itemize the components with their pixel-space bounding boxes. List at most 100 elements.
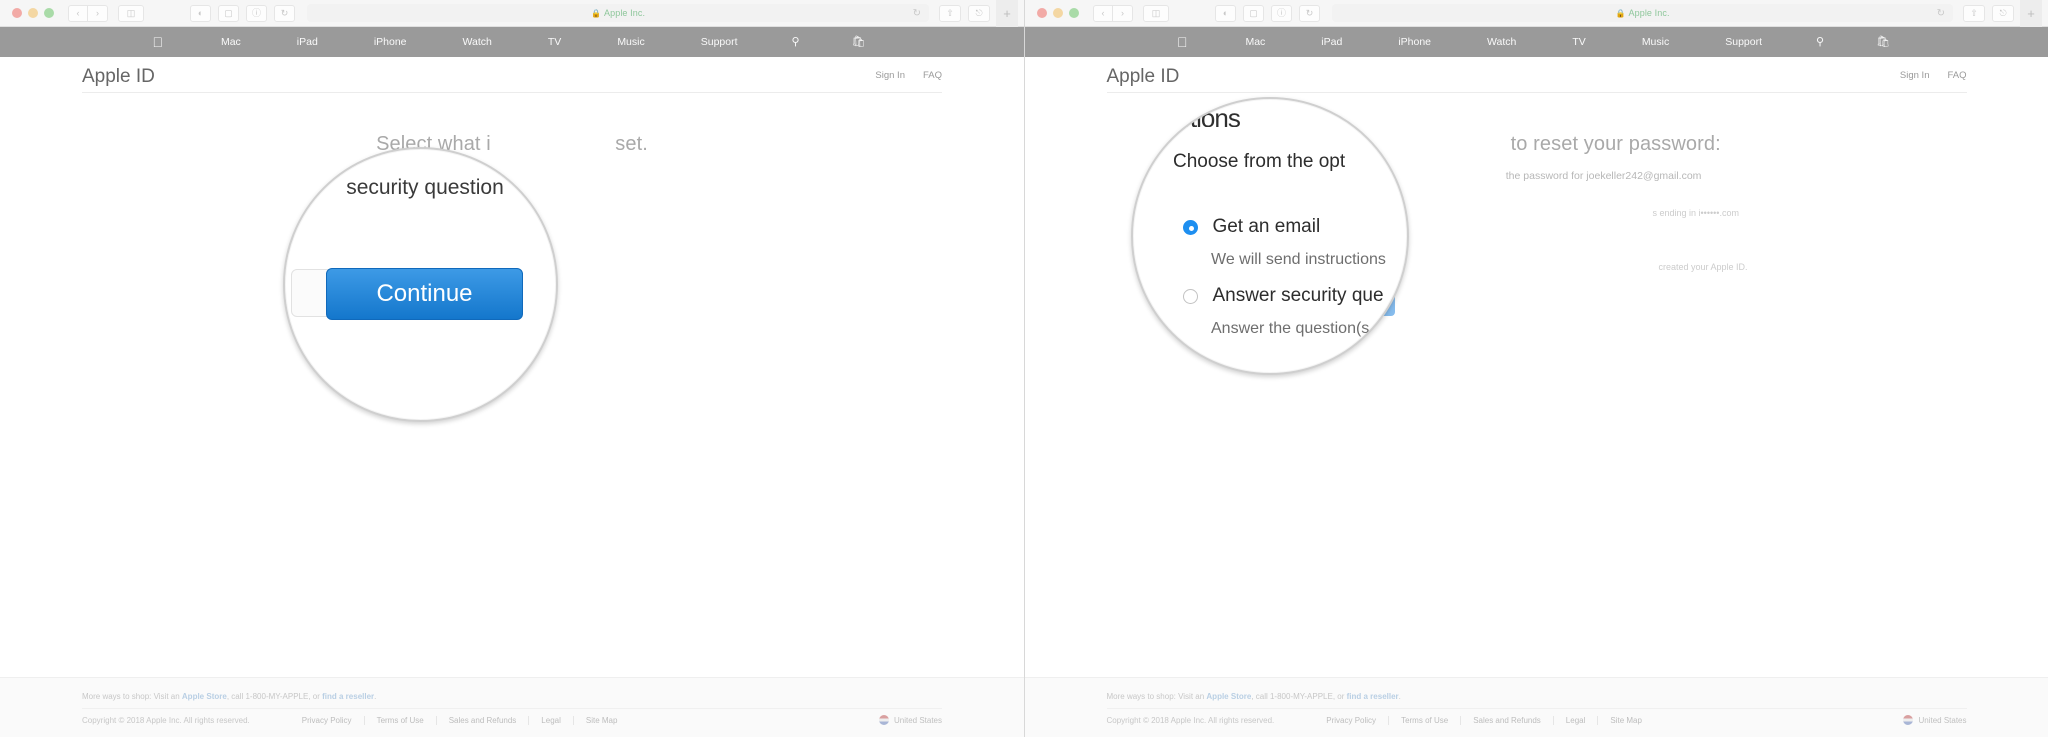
address-bar[interactable]: 🔒 Apple Inc. ↻: [307, 4, 929, 22]
find-a-reseller-link[interactable]: find a reseller: [1347, 692, 1399, 701]
traffic-lights[interactable]: [12, 8, 54, 18]
search-icon[interactable]: ⚲: [1790, 27, 1850, 57]
footer-links[interactable]: Privacy Policy Terms of Use Sales and Re…: [1314, 715, 1654, 725]
shopping-bag-icon[interactable]: 🛍: [1850, 27, 1916, 57]
lock-icon: 🔒: [1615, 8, 1626, 18]
search-icon[interactable]: ⚲: [766, 27, 826, 57]
sales-and-refunds-link[interactable]: Sales and Refunds: [437, 715, 530, 725]
toggle-icon[interactable]: ◐: [1215, 4, 1236, 22]
radio-button-unselected-icon[interactable]: [1183, 288, 1198, 304]
nav-buttons[interactable]: ‹ ›: [68, 4, 108, 22]
footer-bottom-row: Copyright © 2018 Apple Inc. All rights r…: [1107, 715, 1967, 725]
lens-option-security[interactable]: Answer security que: [1183, 285, 1384, 307]
back-button[interactable]: ‹: [68, 4, 88, 22]
globalnav-item-music[interactable]: Music: [589, 27, 672, 57]
sales-and-refunds-link[interactable]: Sales and Refunds: [1461, 715, 1554, 725]
apple-store-link[interactable]: Apple Store: [1206, 692, 1251, 701]
globalnav-item-tv[interactable]: TV: [520, 27, 589, 57]
reload-icon[interactable]: ↻: [913, 8, 921, 19]
traffic-lights-right[interactable]: [1037, 8, 1079, 18]
option-row-security-questions[interactable]: created your Apple ID.: [1417, 262, 1817, 272]
continue-button[interactable]: Continue: [326, 268, 523, 320]
apple-global-nav-right[interactable]:  Mac iPad iPhone Watch TV Music Support…: [1025, 27, 2048, 57]
country-selector[interactable]: United States: [878, 715, 942, 725]
shopping-bag-icon[interactable]: 🛍: [826, 27, 892, 57]
more-ways-suffix: .: [1398, 692, 1401, 701]
globalnav-item-mac[interactable]: Mac: [1217, 27, 1293, 57]
circular-arrow-icon[interactable]: ↻: [274, 4, 295, 22]
globalnav-item-music[interactable]: Music: [1614, 27, 1697, 57]
address-bar-text: 🔒 Apple Inc.: [1615, 8, 1669, 18]
globalnav-item-mac[interactable]: Mac: [193, 27, 269, 57]
terms-of-use-link[interactable]: Terms of Use: [365, 715, 437, 725]
privacy-policy-link[interactable]: Privacy Policy: [290, 715, 365, 725]
footer-left: More ways to shop: Visit an Apple Store,…: [0, 677, 1024, 737]
more-ways-to-shop: More ways to shop: Visit an Apple Store,…: [82, 692, 942, 701]
sign-in-link[interactable]: Sign In: [1900, 70, 1930, 81]
minimize-icon[interactable]: [1053, 8, 1063, 18]
lens-option-email-label: Get an email: [1212, 216, 1321, 237]
reader-icon[interactable]: ▢: [218, 4, 239, 22]
sign-in-link[interactable]: Sign In: [875, 70, 905, 81]
reader-icon[interactable]: ▢: [1243, 4, 1264, 22]
globalnav-item-support[interactable]: Support: [1697, 27, 1790, 57]
toggle-icon[interactable]: ◐: [190, 4, 211, 22]
info-icon[interactable]: ⓘ: [1271, 4, 1292, 22]
close-icon[interactable]: [1037, 8, 1047, 18]
minimize-icon[interactable]: [28, 8, 38, 18]
find-a-reseller-link[interactable]: find a reseller: [322, 692, 374, 701]
globalnav-item-tv[interactable]: TV: [1544, 27, 1613, 57]
apple-logo-icon[interactable]: : [1157, 27, 1218, 57]
globalnav-item-watch[interactable]: Watch: [1459, 27, 1544, 57]
forward-button[interactable]: ›: [1113, 4, 1133, 22]
toolbar-icons-right[interactable]: ◐ ▢ ⓘ ↻: [1215, 4, 1320, 22]
globalnav-item-ipad[interactable]: iPad: [269, 27, 346, 57]
lens-option-email[interactable]: Get an email: [1183, 216, 1320, 238]
address-bar[interactable]: 🔒 Apple Inc. ↻: [1332, 4, 1953, 22]
legal-link[interactable]: Legal: [529, 715, 574, 725]
share-icon[interactable]: ⇧: [1963, 4, 1985, 22]
globalnav-item-watch[interactable]: Watch: [435, 27, 520, 57]
option-row-email[interactable]: s ending in i••••••.com: [1417, 208, 1817, 218]
close-icon[interactable]: [12, 8, 22, 18]
terms-of-use-link[interactable]: Terms of Use: [1389, 715, 1462, 725]
apple-global-nav-left[interactable]:  Mac iPad iPhone Watch TV Music Support…: [0, 27, 1024, 57]
new-tab-icon[interactable]: ⎋: [1992, 4, 2014, 22]
faq-link[interactable]: FAQ: [1947, 70, 1966, 81]
add-tab-button[interactable]: +: [996, 0, 1018, 27]
new-tab-icon[interactable]: ⎋: [968, 4, 990, 22]
forward-button[interactable]: ›: [88, 4, 108, 22]
faq-link[interactable]: FAQ: [923, 70, 942, 81]
chrome-right-tools[interactable]: ⇧ ⎋: [939, 4, 990, 22]
maximize-icon[interactable]: [1069, 8, 1079, 18]
privacy-policy-link[interactable]: Privacy Policy: [1314, 715, 1390, 725]
apple-store-link[interactable]: Apple Store: [182, 692, 227, 701]
toolbar-icons[interactable]: ◐ ▢ ⓘ ↻: [190, 4, 295, 22]
nav-buttons-right[interactable]: ‹ ›: [1093, 4, 1133, 22]
info-icon[interactable]: ⓘ: [246, 4, 267, 22]
globalnav-item-iphone[interactable]: iPhone: [346, 27, 435, 57]
sidebar-icon[interactable]: ◫: [1143, 4, 1169, 22]
localnav-links[interactable]: Sign In FAQ: [1900, 70, 1967, 89]
site-map-link[interactable]: Site Map: [574, 716, 630, 725]
reload-icon[interactable]: ↻: [1937, 8, 1945, 19]
country-label: United States: [893, 715, 942, 725]
country-selector[interactable]: United States: [1903, 715, 1967, 725]
circular-arrow-icon[interactable]: ↻: [1299, 4, 1320, 22]
globalnav-item-support[interactable]: Support: [673, 27, 766, 57]
sidebar-icon[interactable]: ◫: [118, 4, 144, 22]
apple-logo-icon[interactable]: : [132, 27, 193, 57]
chrome-right-tools[interactable]: ⇧ ⎋: [1963, 4, 2014, 22]
legal-link[interactable]: Legal: [1554, 715, 1599, 725]
globalnav-item-ipad[interactable]: iPad: [1293, 27, 1370, 57]
footer-links[interactable]: Privacy Policy Terms of Use Sales and Re…: [290, 715, 630, 725]
maximize-icon[interactable]: [44, 8, 54, 18]
more-ways-to-shop: More ways to shop: Visit an Apple Store,…: [1107, 692, 1967, 701]
add-tab-button[interactable]: +: [2020, 0, 2042, 27]
globalnav-item-iphone[interactable]: iPhone: [1370, 27, 1459, 57]
site-map-link[interactable]: Site Map: [1598, 716, 1654, 725]
radio-button-selected-icon[interactable]: [1183, 219, 1198, 235]
share-icon[interactable]: ⇧: [939, 4, 961, 22]
localnav-links[interactable]: Sign In FAQ: [875, 70, 942, 89]
back-button[interactable]: ‹: [1093, 4, 1113, 22]
